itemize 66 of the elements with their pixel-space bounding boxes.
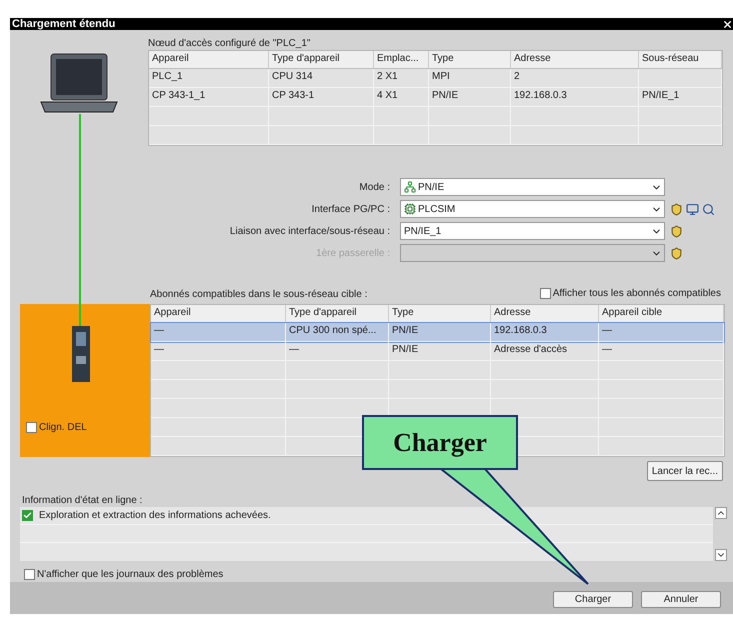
- table-cell: —: [599, 342, 724, 360]
- dropdown-field[interactable]: PLCSIM: [400, 200, 665, 218]
- scroll-up-icon[interactable]: [715, 507, 727, 519]
- board-icon: [404, 203, 416, 215]
- table-cell: —: [151, 323, 286, 341]
- table-cell: PN/IE_1: [639, 88, 722, 106]
- close-icon[interactable]: [722, 18, 733, 30]
- field-value: PN/IE_1: [404, 224, 442, 238]
- table-cell: PN/IE: [389, 342, 491, 360]
- dialog-button[interactable]: Annuler: [641, 591, 721, 608]
- column-header[interactable]: Type d'appareil: [269, 51, 374, 68]
- shield-icon[interactable]: [670, 202, 683, 216]
- checkbox[interactable]: [540, 288, 551, 299]
- table-row[interactable]: PLC_1 CPU 314 2 X1 MPI 2: [149, 69, 722, 88]
- section-label: Information d'état en ligne :: [21, 494, 144, 507]
- scroll-down-icon[interactable]: [715, 549, 727, 561]
- column-header[interactable]: Emplac...: [374, 51, 429, 68]
- table-cell: 2 X1: [374, 69, 429, 87]
- checkbox-label[interactable]: N'afficher que les journaux des problèmes: [37, 567, 224, 582]
- table-cell: Adresse d'accès: [491, 342, 599, 360]
- shield-icon[interactable]: [670, 224, 683, 238]
- section-label: Abonnés compatibles dans le sous-réseau cible :: [150, 288, 368, 302]
- field-label: Interface PG/PC :: [310, 202, 391, 216]
- checkbox-label[interactable]: Afficher tous les abonnés compatibles: [552, 286, 721, 301]
- checkbox[interactable]: [24, 569, 35, 580]
- field-value: PLCSIM: [418, 202, 456, 216]
- field-value: PN/IE: [418, 180, 446, 194]
- table-cell: CP 343-1_1: [149, 88, 269, 106]
- table-cell: CPU 314: [269, 69, 374, 87]
- table-cell: 192.168.0.3: [491, 323, 599, 341]
- table-row[interactable]: CP 343-1_1 CP 343-1 4 X1 PN/IE 192.168.0.3 PN/IE_1: [149, 88, 722, 107]
- plc-module-icon: [72, 326, 90, 382]
- table-cell: 192.168.0.3: [511, 88, 639, 106]
- table-cell: 2: [511, 69, 639, 87]
- field-label: Mode :: [358, 180, 391, 194]
- table-cell: PN/IE: [429, 88, 511, 106]
- section-label: Nœud d'accès configuré de "PLC_1": [148, 37, 312, 50]
- dropdown-field[interactable]: PN/IE: [400, 178, 665, 196]
- column-header[interactable]: Type: [429, 51, 511, 68]
- monitor-icon[interactable]: [686, 202, 699, 216]
- checkbox-label[interactable]: Clign. DEL: [39, 420, 87, 435]
- search-icon[interactable]: [702, 202, 715, 216]
- table-cell: —: [286, 342, 389, 360]
- table-row[interactable]: — CPU 300 non spé... PN/IE 192.168.0.3 —: [151, 323, 724, 342]
- network-icon: [404, 181, 416, 193]
- start-search-button[interactable]: Lancer la rec...: [646, 461, 723, 481]
- column-header[interactable]: Sous-réseau: [639, 51, 722, 68]
- window-title: Chargement étendu: [11, 18, 116, 30]
- table-cell: —: [151, 342, 286, 360]
- column-header[interactable]: Appareil: [149, 51, 269, 68]
- column-header[interactable]: Adresse: [511, 51, 639, 68]
- field-label: Liaison avec interface/sous-réseau :: [228, 224, 391, 238]
- table-cell: CP 343-1: [269, 88, 374, 106]
- table-cell: PN/IE: [389, 323, 491, 341]
- log-entry: Exploration et extraction des informations achevées.: [39, 509, 271, 523]
- checkbox[interactable]: [26, 422, 37, 433]
- table-cell: 4 X1: [374, 88, 429, 106]
- table-row[interactable]: — — PN/IE Adresse d'accès —: [151, 342, 724, 361]
- table-cell: PLC_1: [149, 69, 269, 87]
- callout-box: Charger: [362, 415, 518, 470]
- table-cell: MPI: [429, 69, 511, 87]
- dropdown-field[interactable]: PN/IE_1: [400, 222, 665, 240]
- dialog-button[interactable]: Charger: [553, 591, 633, 608]
- table-cell: CPU 300 non spé...: [286, 323, 389, 341]
- shield-icon[interactable]: [670, 246, 683, 260]
- table-cell: —: [599, 323, 724, 341]
